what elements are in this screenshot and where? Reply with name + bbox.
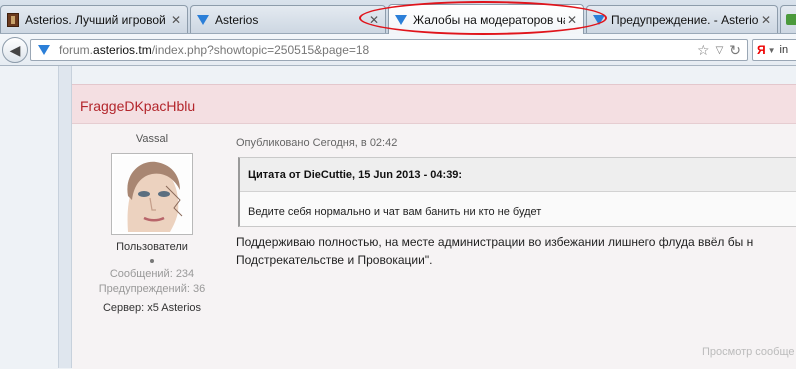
- navigation-bar: ◀ forum.asterios.tm/index.php?showtopic=…: [0, 34, 796, 66]
- avatar[interactable]: [111, 153, 193, 235]
- quote-block: Цитата от DieCuttie, 15 Jun 2013 - 04:39…: [238, 157, 796, 227]
- dropdown-arrow-icon[interactable]: ▽: [716, 45, 724, 56]
- reload-icon[interactable]: ↻: [729, 42, 741, 59]
- bookmark-star-icon[interactable]: ☆: [697, 42, 710, 59]
- post-date: Опубликовано Сегодня, в 02:42: [236, 137, 398, 149]
- tab-title: Asterios. Лучший игровой се...: [25, 12, 169, 27]
- asterios-triangle-icon: [591, 12, 607, 28]
- author-warnings: Предупреждений: 36: [98, 283, 206, 295]
- tab-moderator-complaints[interactable]: Жалобы на модераторов ча... ✕: [388, 4, 584, 34]
- author-server: Сервер: x5 Asterios: [102, 302, 202, 314]
- author-panel: Vassal Пользователи Сообщений: 234 Преду…: [72, 123, 232, 314]
- tab-title: Жалобы на модераторов ча...: [413, 12, 565, 27]
- forum-post: FraggeDKpacHblu Vassal Пользователи Сооб…: [72, 84, 796, 369]
- close-icon[interactable]: ✕: [759, 13, 773, 27]
- tab-asterios-main[interactable]: Asterios. Лучший игровой се... ✕: [0, 5, 188, 33]
- quote-text: Ведите себя нормально и чат вам банить н…: [248, 206, 542, 218]
- post-body: Поддерживаю полностью, на месте админист…: [236, 233, 796, 269]
- post-header: FraggeDKpacHblu: [72, 85, 796, 124]
- tab-title: Asterios: [215, 12, 259, 27]
- author-rank: Vassal: [135, 133, 169, 145]
- tab-title: Предупреждение. - Asterios: [611, 12, 759, 27]
- author-messages: Сообщений: 234: [109, 268, 195, 280]
- tab-warning[interactable]: Предупреждение. - Asterios ✕: [586, 5, 778, 33]
- back-arrow-icon: ◀: [9, 41, 21, 58]
- search-dropdown-icon[interactable]: ▼: [768, 46, 776, 55]
- status-dot-icon: [150, 259, 154, 263]
- green-page-icon: [785, 12, 796, 28]
- close-icon[interactable]: ✕: [565, 13, 579, 27]
- asterios-triangle-icon: [195, 12, 211, 28]
- search-text: in: [779, 44, 789, 56]
- back-button[interactable]: ◀: [2, 37, 28, 63]
- book-icon: [5, 12, 21, 28]
- quote-citation-text: Цитата от DieCuttie, 15 Jun 2013 - 04:39…: [248, 169, 463, 181]
- author-group: Пользователи: [116, 241, 188, 253]
- asterios-triangle-icon: [393, 12, 409, 28]
- close-icon[interactable]: ✕: [169, 13, 183, 27]
- address-bar[interactable]: forum.asterios.tm/index.php?showtopic=25…: [30, 39, 748, 61]
- post-text-line: Поддерживаю полностью, на месте админист…: [236, 235, 754, 249]
- post-text-line: Подстрекательстве и Провокации".: [236, 253, 433, 267]
- close-icon[interactable]: ✕: [367, 13, 381, 27]
- view-messages-link[interactable]: Просмотр сообще: [702, 346, 795, 358]
- tab-asterios[interactable]: Asterios ✕: [190, 5, 386, 33]
- quote-citation: Цитата от DieCuttie, 15 Jun 2013 - 04:39…: [240, 158, 796, 192]
- tab-partial[interactable]: [780, 5, 796, 33]
- search-box[interactable]: Я ▼ in: [752, 39, 796, 61]
- tab-strip: Asterios. Лучший игровой се... ✕ Asterio…: [0, 0, 796, 35]
- avatar-image: [114, 156, 190, 232]
- post-author-link[interactable]: FraggeDKpacHblu: [80, 98, 195, 114]
- page-side-border: [58, 66, 72, 368]
- url-text: forum.asterios.tm/index.php?showtopic=25…: [59, 43, 370, 57]
- site-favicon-icon: [35, 41, 53, 59]
- yandex-icon: Я: [757, 43, 766, 57]
